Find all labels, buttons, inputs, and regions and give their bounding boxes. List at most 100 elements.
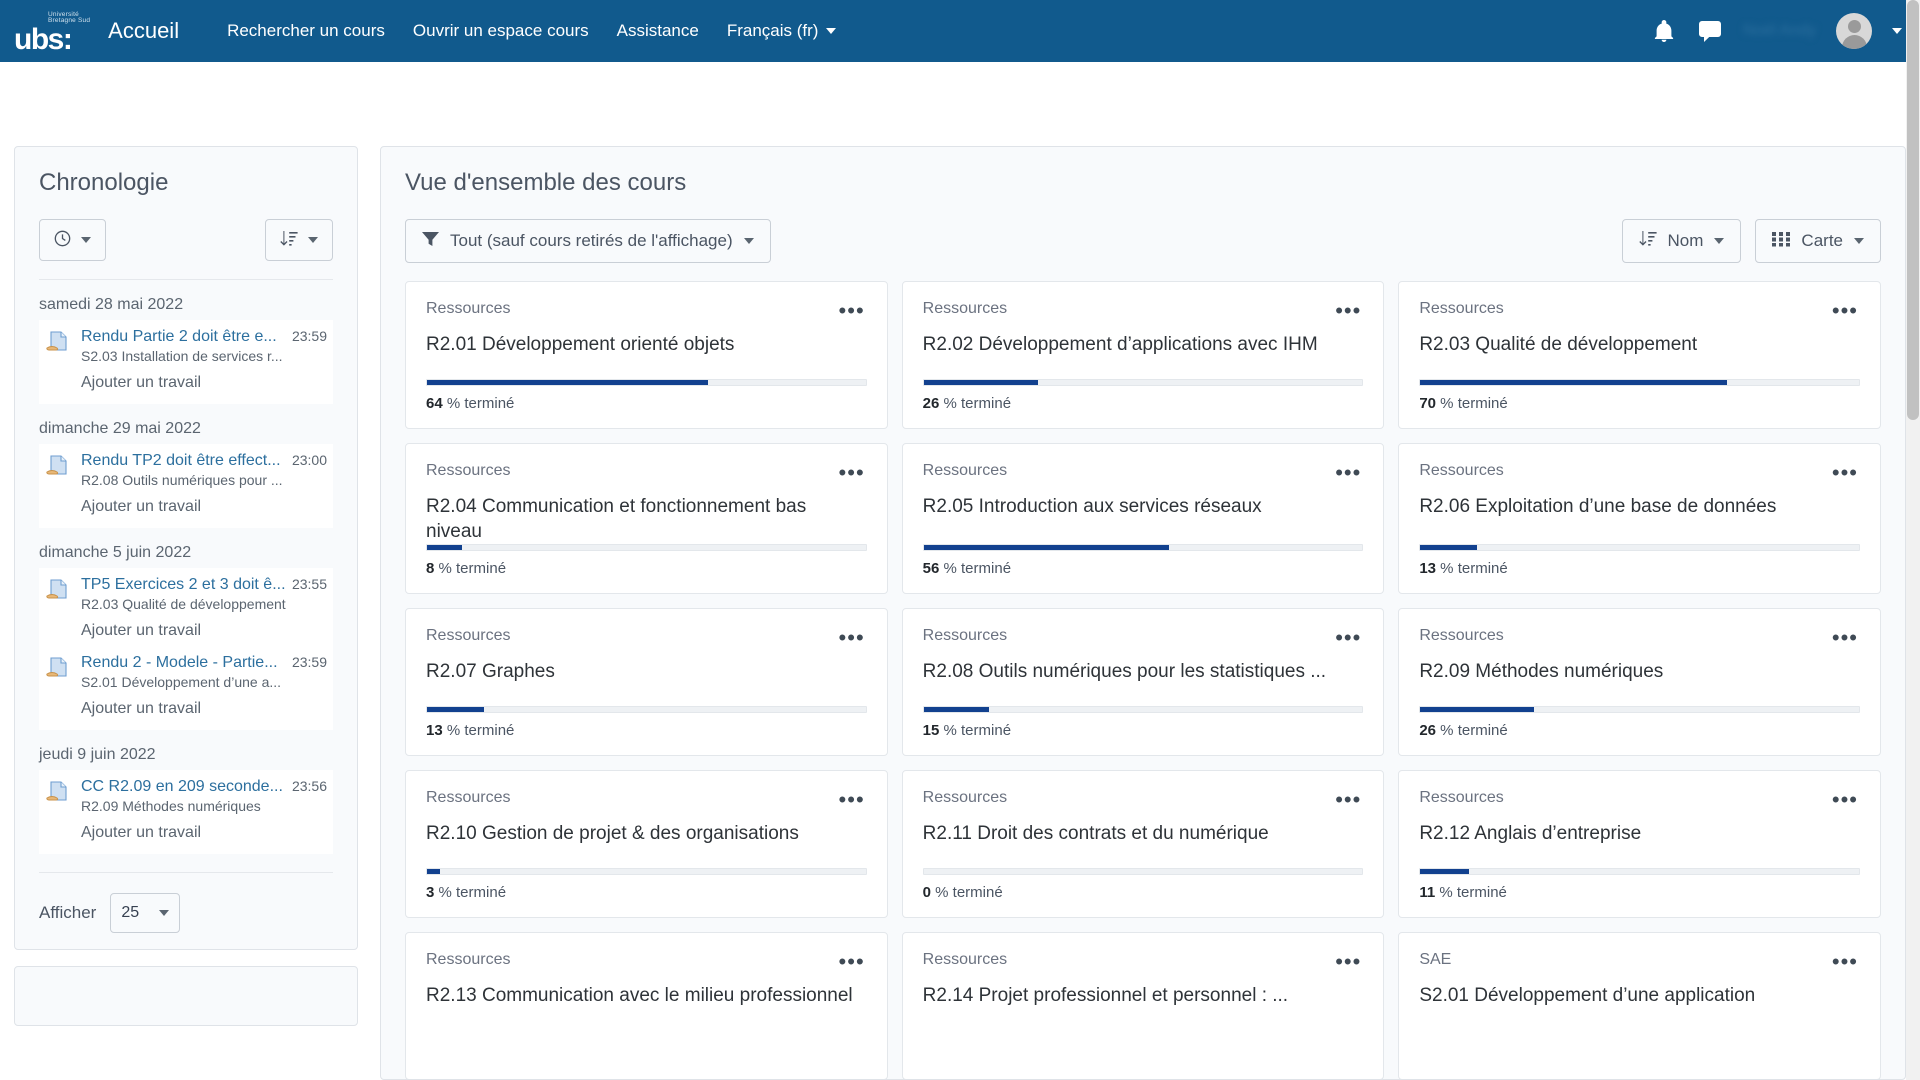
bell-icon[interactable] bbox=[1651, 18, 1677, 44]
language-menu[interactable]: Français (fr) bbox=[727, 21, 837, 41]
course-card-menu-button[interactable]: ••• bbox=[1830, 461, 1860, 483]
ubs-logo[interactable]: Université Bretagne Sud ubs: bbox=[14, 10, 90, 54]
timeline-item-action[interactable]: Ajouter un travail bbox=[81, 622, 327, 640]
username-label: Noël Andy bbox=[1743, 22, 1816, 39]
nav-link-search-course[interactable]: Rechercher un cours bbox=[227, 21, 385, 41]
course-name[interactable]: R2.09 Méthodes numériques bbox=[1419, 660, 1860, 684]
course-progress: 8 % terminé bbox=[426, 543, 867, 577]
course-name[interactable]: R2.13 Communication avec le milieu profe… bbox=[426, 984, 867, 1008]
timeline-item[interactable]: TP5 Exercices 2 et 3 doit ê... 23:55 R2.… bbox=[39, 568, 333, 730]
assignment-icon bbox=[45, 454, 71, 480]
scroll-down-arrow-icon[interactable] bbox=[1906, 1066, 1920, 1080]
course-category: Ressources bbox=[922, 462, 1008, 479]
course-card[interactable]: Ressources ••• R2.01 Développement orienté… bbox=[405, 281, 888, 429]
course-card[interactable]: Ressources ••• R2.04 Communication et fonc… bbox=[405, 443, 888, 594]
progress-percent-label: 0 % terminé bbox=[922, 883, 1003, 901]
course-card[interactable]: Ressources ••• R2.13 Communication avec le… bbox=[405, 931, 888, 1079]
nav-link-open-course-space[interactable]: Ouvrir un espace cours bbox=[413, 21, 589, 41]
course-name[interactable]: R2.02 Développement d’applications avec … bbox=[923, 333, 1364, 357]
course-card-menu-button[interactable]: ••• bbox=[837, 788, 867, 810]
course-card-menu-button[interactable]: ••• bbox=[1333, 950, 1363, 972]
course-card-menu-button[interactable]: ••• bbox=[1333, 788, 1363, 810]
course-card-menu-button[interactable]: ••• bbox=[837, 461, 867, 483]
course-name[interactable]: R2.11 Droit des contrats et du numérique bbox=[923, 822, 1364, 846]
course-sort-dropdown[interactable]: Nom bbox=[1621, 219, 1742, 263]
course-name[interactable]: R2.12 Anglais d’entreprise bbox=[1419, 822, 1860, 846]
progress-bar-fill bbox=[923, 380, 1038, 385]
timeline-item[interactable]: CC R2.09 en 209 seconde... 23:56 R2.09 M… bbox=[39, 770, 333, 854]
course-name[interactable]: S2.01 Développement d’une application bbox=[1419, 984, 1860, 1008]
timeline-group: jeudi 9 juin 2022 CC R2.09 en 209 second… bbox=[39, 730, 333, 854]
course-name[interactable]: R2.01 Développement orienté objets bbox=[426, 333, 867, 357]
course-card[interactable]: Ressources ••• R2.03 Qualité de développem… bbox=[1398, 281, 1881, 429]
course-card[interactable]: Ressources ••• R2.09 Méthodes numériques 26… bbox=[1398, 607, 1881, 756]
course-progress: 13 % terminé bbox=[426, 705, 867, 739]
timeline-item-action[interactable]: Ajouter un travail bbox=[81, 374, 327, 392]
course-card[interactable]: Ressources ••• R2.11 Droit des contrats et… bbox=[901, 769, 1385, 918]
timeline-date-filter-button[interactable] bbox=[39, 219, 106, 261]
course-card-menu-button[interactable]: ••• bbox=[1830, 299, 1860, 321]
course-card-menu-button[interactable]: ••• bbox=[1333, 461, 1363, 483]
course-name[interactable]: R2.04 Communication et fonctionnement ba… bbox=[426, 495, 867, 544]
timeline-item-name[interactable]: Rendu TP2 doit être effect... bbox=[81, 452, 286, 470]
course-card-menu-button[interactable]: ••• bbox=[837, 299, 867, 321]
timeline-item-time: 23:00 bbox=[291, 452, 327, 468]
show-limit-value: 25 bbox=[121, 904, 140, 921]
course-card-menu-button[interactable]: ••• bbox=[1333, 299, 1363, 321]
course-card-menu-button[interactable]: ••• bbox=[1830, 626, 1860, 648]
course-card[interactable]: Ressources ••• R2.07 Graphes 13 % terminé bbox=[405, 607, 888, 756]
course-name[interactable]: R2.10 Gestion de projet & des organisati… bbox=[426, 822, 867, 846]
course-card-menu-button[interactable]: ••• bbox=[1830, 788, 1860, 810]
course-name[interactable]: R2.03 Qualité de développement bbox=[1419, 333, 1860, 357]
course-card-menu-button[interactable]: ••• bbox=[1333, 626, 1363, 648]
course-card[interactable]: Ressources ••• R2.08 Outils numériques pou… bbox=[901, 607, 1385, 756]
page-scrollbar[interactable] bbox=[1906, 0, 1920, 1080]
course-view-dropdown[interactable]: Carte bbox=[1755, 219, 1881, 263]
nav-link-assistance[interactable]: Assistance bbox=[617, 21, 699, 41]
timeline-item-action[interactable]: Ajouter un travail bbox=[81, 824, 327, 842]
course-name[interactable]: R2.06 Exploitation d’une base de données bbox=[1419, 495, 1860, 519]
timeline-controls bbox=[39, 219, 333, 261]
timeline-date-heading: jeudi 9 juin 2022 bbox=[39, 746, 156, 763]
course-filter-dropdown[interactable]: Tout (sauf cours retirés de l'affichage) bbox=[405, 219, 771, 263]
progress-percent-label: 8 % terminé bbox=[426, 559, 507, 577]
course-name[interactable]: R2.07 Graphes bbox=[426, 660, 867, 684]
course-card[interactable]: SAE ••• S2.01 Développement d’une applicat… bbox=[1398, 931, 1881, 1079]
timeline-item[interactable]: Rendu Partie 2 doit être e... 23:59 S2.0… bbox=[39, 320, 333, 404]
chat-icon[interactable] bbox=[1697, 18, 1723, 44]
timeline-group: dimanche 29 mai 2022 Rendu TP2 doit être… bbox=[39, 404, 333, 528]
timeline-item-course: R2.03 Qualité de développement bbox=[81, 596, 286, 612]
course-name[interactable]: R2.05 Introduction aux services réseaux bbox=[923, 495, 1364, 519]
avatar[interactable] bbox=[1836, 13, 1872, 49]
progress-bar-fill bbox=[1420, 544, 1478, 550]
user-menu-chevron-down-icon[interactable] bbox=[1892, 28, 1902, 34]
course-card[interactable]: Ressources ••• R2.02 Développement d’appli… bbox=[901, 281, 1385, 429]
timeline-item-name[interactable]: Rendu 2 - Modele - Partie... bbox=[81, 654, 286, 672]
progress-bar-fill bbox=[1420, 380, 1728, 385]
course-card-menu-button[interactable]: ••• bbox=[1830, 950, 1860, 972]
progress-bar-track bbox=[922, 379, 1364, 386]
course-card[interactable]: Ressources ••• R2.14 Projet professionnel … bbox=[901, 931, 1385, 1079]
show-limit-select[interactable]: 25 bbox=[110, 893, 181, 933]
timeline-item-name[interactable]: CC R2.09 en 209 seconde... bbox=[81, 778, 286, 796]
scrollbar-thumb[interactable] bbox=[1907, 0, 1919, 420]
course-card[interactable]: Ressources ••• R2.10 Gestion de projet & d… bbox=[405, 769, 888, 918]
course-name[interactable]: R2.14 Projet professionnel et personnel … bbox=[923, 984, 1364, 1008]
timeline-item-action[interactable]: Ajouter un travail bbox=[81, 498, 327, 516]
course-name[interactable]: R2.08 Outils numériques pour les statist… bbox=[923, 660, 1364, 684]
course-card[interactable]: Ressources ••• R2.05 Introduction aux serv… bbox=[901, 443, 1385, 594]
timeline-item-name[interactable]: TP5 Exercices 2 et 3 doit ê... bbox=[81, 576, 286, 594]
course-card-menu-button[interactable]: ••• bbox=[837, 626, 867, 648]
course-card-menu-button[interactable]: ••• bbox=[837, 950, 867, 972]
course-card[interactable]: Ressources ••• R2.06 Exploitation d’une ba… bbox=[1398, 443, 1881, 594]
timeline-item-course: R2.09 Méthodes numériques bbox=[81, 798, 261, 814]
nav-home-link[interactable]: Accueil bbox=[108, 18, 179, 44]
timeline-item-action[interactable]: Ajouter un travail bbox=[81, 700, 327, 718]
progress-percent-label: 11 % terminé bbox=[1419, 883, 1507, 901]
timeline-item[interactable]: Rendu TP2 doit être effect... 23:00 R2.0… bbox=[39, 444, 333, 528]
course-card[interactable]: Ressources ••• R2.12 Anglais d’entreprise 1… bbox=[1398, 769, 1881, 918]
course-progress: 26 % terminé bbox=[922, 379, 1364, 412]
brand[interactable]: Université Bretagne Sud ubs: Accueil bbox=[14, 10, 179, 54]
timeline-item-name[interactable]: Rendu Partie 2 doit être e... bbox=[81, 328, 286, 346]
timeline-sort-button[interactable] bbox=[265, 219, 333, 261]
